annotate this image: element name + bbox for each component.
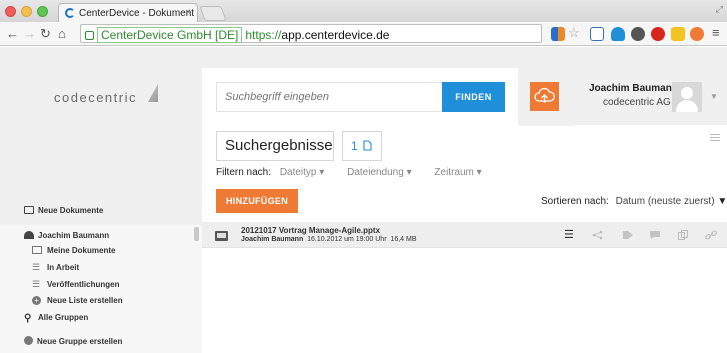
document-meta: Joachim Baumann 16.10.2012 um 19:00 Uhr … — [241, 236, 417, 243]
add-circle-icon: + — [32, 296, 41, 305]
share-icon[interactable] — [592, 230, 604, 240]
sidebar-item-publications[interactable]: Veröffentlichungen — [47, 280, 119, 289]
add-button[interactable]: HINZUFÜGEN — [216, 189, 298, 213]
close-window-button[interactable] — [5, 6, 16, 17]
sidebar-item-label: Neue Dokumente — [38, 206, 104, 215]
avatar-body-icon — [676, 100, 698, 112]
filter-file-type[interactable]: Dateityp ▾ — [280, 167, 325, 178]
inbox-icon — [24, 206, 34, 214]
chevron-down-icon: ▼ — [717, 196, 727, 207]
lock-icon — [85, 31, 94, 40]
user-name: Joachim Baumann — [589, 83, 678, 94]
document-size: 16,4 MB — [390, 236, 417, 243]
browser-tab[interactable]: CenterDevice - Dokument × — [58, 3, 198, 23]
sidebar-item-label: Neue Gruppe erstellen — [37, 337, 123, 346]
avatar-head-icon — [681, 87, 693, 99]
sidebar-scrollbar[interactable] — [194, 227, 199, 241]
result-count-badge: 1 — [342, 131, 382, 161]
sidebar-item-new-group[interactable]: Neue Gruppe erstellen — [24, 336, 122, 346]
sort-control[interactable]: Sortieren nach: Datum (neuste zuerst) ▼ — [541, 196, 727, 207]
address-bar[interactable]: CenterDevice GmbH [DE] https://app.center… — [80, 24, 542, 43]
extension-notify-icon[interactable] — [690, 27, 704, 41]
company-logo[interactable]: codecentric — [54, 90, 137, 105]
url-host: app.centerdevice.de — [281, 28, 390, 42]
zoom-window-button[interactable] — [37, 6, 48, 17]
page-title: Suchergebnisse — [216, 131, 334, 161]
comment-icon[interactable] — [649, 230, 661, 240]
list-view-icon[interactable]: ☰ — [564, 230, 576, 241]
documents-icon — [32, 246, 42, 254]
user-organization: codecentric AG — [603, 97, 671, 108]
result-count: 1 — [351, 139, 358, 153]
avatar[interactable] — [672, 82, 702, 112]
home-icon[interactable]: ⌂ — [58, 26, 66, 42]
search-button[interactable]: FINDEN — [442, 82, 505, 112]
filter-bar: Filtern nach: Dateityp ▾ Dateiendung ▾ Z… — [216, 167, 496, 178]
presentation-file-icon — [215, 231, 228, 241]
browser-toolbar: ← → ↻ ⌂ CenterDevice GmbH [DE] https://ap… — [0, 22, 727, 46]
filter-time-range-label: Zeitraum — [434, 167, 474, 178]
filter-label: Filtern nach: — [216, 167, 272, 178]
centerdevice-favicon-icon — [65, 8, 75, 18]
ev-certificate-label[interactable]: CenterDevice GmbH [DE] — [97, 27, 243, 43]
tab-close-icon[interactable]: × — [185, 7, 191, 18]
view-menu-icon[interactable] — [710, 134, 720, 143]
search-icon: ⚲ — [24, 313, 32, 324]
document-icon — [363, 140, 372, 151]
sidebar-item-in-progress[interactable]: In Arbeit — [47, 263, 79, 272]
filter-time-range[interactable]: Zeitraum ▾ — [434, 167, 481, 178]
sort-label: Sortieren nach: — [541, 196, 609, 207]
filter-file-extension-label: Dateiendung — [347, 167, 404, 178]
forward-icon[interactable]: → — [23, 26, 36, 42]
new-tab-button[interactable] — [199, 6, 227, 21]
sidebar-item-user[interactable]: Joachim Baumann — [24, 231, 109, 240]
browser-tab-bar: CenterDevice - Dokument × ⤢ — [0, 0, 727, 23]
filter-file-extension[interactable]: Dateiendung ▾ — [347, 167, 412, 178]
document-title[interactable]: 20121017 Vortrag Manage-Agile.pptx — [241, 226, 380, 235]
document-date: 16.10.2012 um 19:00 Uhr — [307, 236, 387, 243]
minimize-window-button[interactable] — [21, 6, 32, 17]
sidebar-item-my-documents[interactable]: Meine Dokumente — [47, 246, 115, 255]
bookmark-star-icon[interactable]: ☆ — [568, 25, 580, 41]
document-author: Joachim Baumann — [241, 236, 304, 243]
list-icon: ☰ — [32, 262, 41, 272]
extension-bug-icon[interactable] — [631, 27, 645, 41]
add-circle-icon — [24, 336, 33, 345]
extension-folder-icon[interactable] — [671, 27, 685, 41]
extension-badge-icon[interactable] — [611, 27, 625, 41]
chevron-down-icon: ▾ — [406, 167, 412, 178]
sidebar-item-new-documents[interactable]: Neue Dokumente — [24, 206, 103, 215]
extension-window-icon[interactable] — [590, 27, 604, 41]
sidebar-item-new-list[interactable]: Neue Liste erstellen — [47, 296, 123, 305]
chevron-down-icon: ▾ — [319, 167, 325, 178]
reload-icon[interactable]: ↻ — [40, 26, 51, 42]
back-icon[interactable]: ← — [6, 26, 19, 42]
user-icon — [24, 231, 34, 239]
filter-file-type-label: Dateityp — [279, 167, 317, 178]
url-scheme: https:// — [245, 28, 282, 42]
link-icon[interactable] — [705, 230, 717, 240]
extension-opera-icon[interactable] — [651, 27, 665, 41]
sidebar-item-label: Alle Gruppen — [38, 313, 89, 322]
tag-icon[interactable] — [622, 230, 634, 240]
extension-icon[interactable] — [551, 27, 565, 41]
sidebar-item-label: Joachim Baumann — [38, 231, 110, 240]
chevron-down-icon: ▾ — [476, 167, 482, 178]
user-menu-chevron-icon[interactable]: ▼ — [710, 92, 718, 101]
sort-value: Datum (neuste zuerst) — [615, 196, 715, 207]
tab-title: CenterDevice - Dokument — [79, 8, 195, 19]
fullscreen-icon[interactable]: ⤢ — [716, 4, 723, 15]
sidebar-user-section — [0, 225, 202, 353]
search-input[interactable] — [216, 82, 442, 112]
browser-menu-icon[interactable]: ≡ — [712, 25, 720, 41]
cloud-upload-icon — [534, 87, 555, 103]
copy-icon[interactable] — [677, 230, 689, 240]
list-icon: ☰ — [32, 279, 41, 289]
upload-button[interactable] — [530, 82, 559, 111]
sidebar-item-all-groups[interactable]: ⚲ Alle Gruppen — [24, 313, 88, 324]
